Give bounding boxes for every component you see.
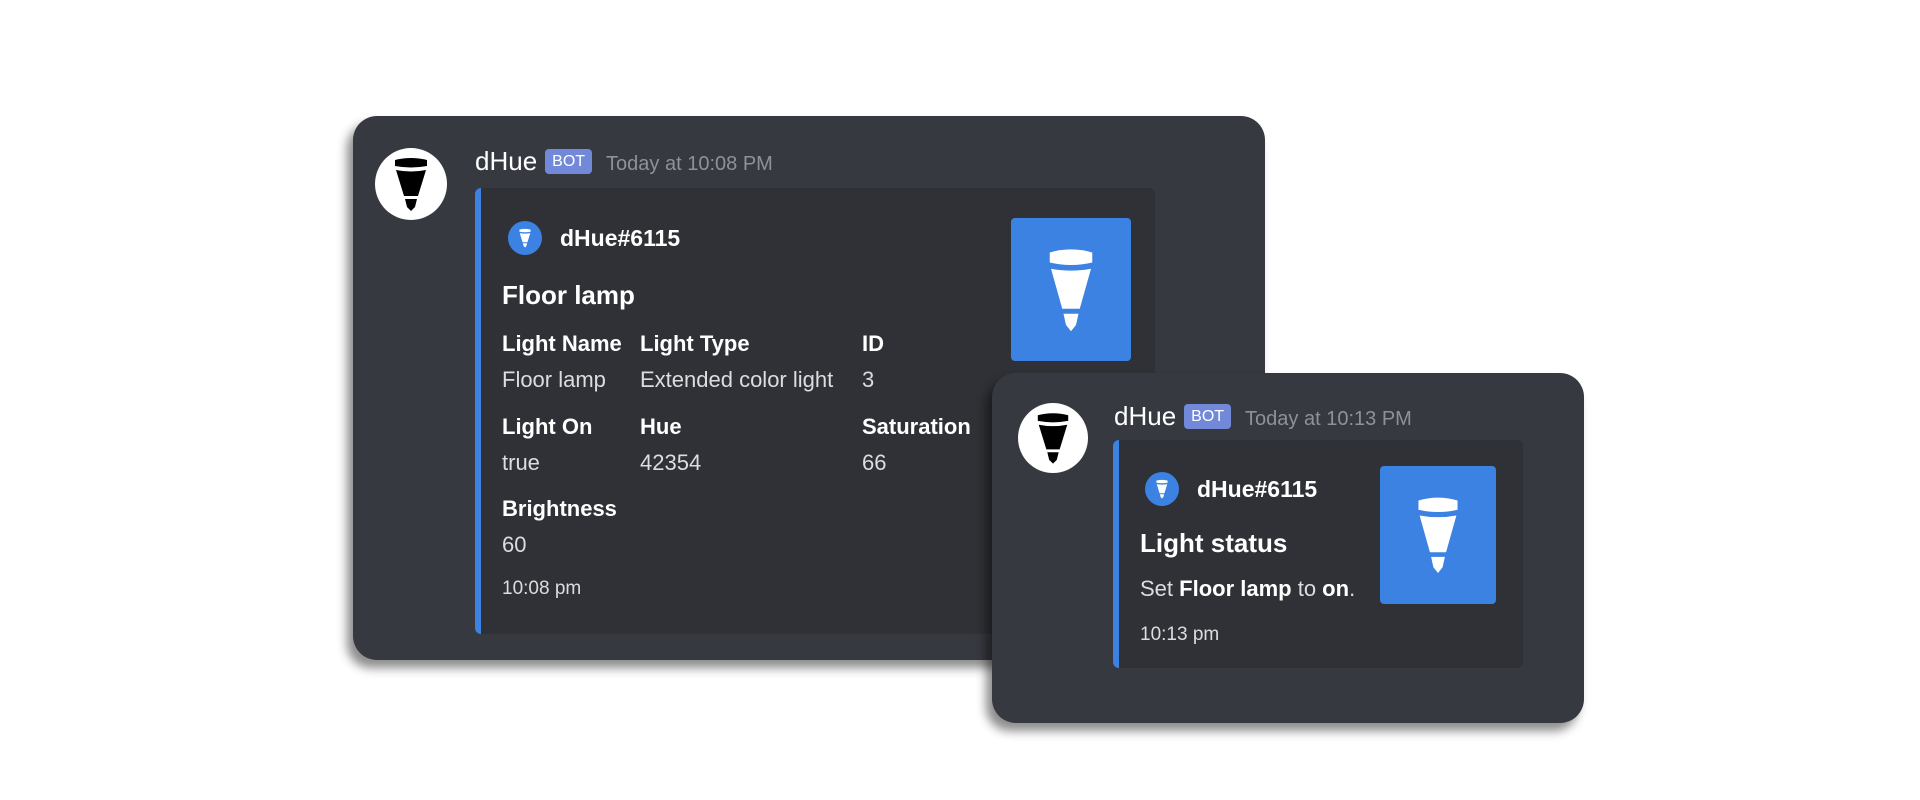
- bulb-icon: [1145, 472, 1179, 506]
- field-name: ID: [862, 331, 884, 356]
- bot-badge: BOT: [1184, 404, 1232, 429]
- field-value: 60: [502, 532, 527, 557]
- description-suffix: .: [1349, 576, 1356, 601]
- field-light-type: Light Type Extended color light: [640, 330, 833, 394]
- field-name: Saturation: [862, 414, 971, 439]
- bulb-icon: [508, 221, 542, 255]
- embed: dHue#6115 Light status Set Floor lamp to…: [1113, 440, 1523, 668]
- bot-avatar[interactable]: [375, 148, 447, 220]
- field-value: Extended color light: [640, 367, 834, 392]
- field-id: ID 3: [862, 330, 884, 394]
- field-saturation: Saturation 66: [862, 413, 971, 477]
- embed-author: dHue#6115: [508, 221, 680, 255]
- field-brightness: Brightness 60: [502, 495, 617, 559]
- embed-footer-time: 10:13 pm: [1140, 624, 1220, 645]
- field-name: Light Type: [640, 331, 750, 356]
- message-timestamp: Today at 10:08 PM: [606, 153, 773, 175]
- message-header: dHue BOT Today at 10:08 PM: [475, 146, 773, 178]
- field-hue: Hue 42354: [640, 413, 701, 477]
- description-middle: to: [1291, 576, 1323, 601]
- embed-author-name: dHue#6115: [560, 224, 681, 251]
- field-name: Brightness: [502, 496, 617, 521]
- embed-author-name: dHue#6115: [1197, 475, 1318, 502]
- embed-thumbnail[interactable]: [1380, 466, 1496, 604]
- field-light-name: Light Name Floor lamp: [502, 330, 622, 394]
- message-timestamp: Today at 10:13 PM: [1245, 408, 1412, 430]
- field-value: Floor lamp: [502, 367, 606, 392]
- field-name: Light Name: [502, 331, 622, 356]
- description-light-name: Floor lamp: [1179, 576, 1292, 601]
- bulb-icon: [395, 158, 427, 211]
- field-name: Hue: [640, 414, 682, 439]
- embed-author: dHue#6115: [1145, 472, 1317, 506]
- embed-title: Light status: [1140, 528, 1288, 558]
- bot-avatar[interactable]: [1018, 403, 1088, 473]
- bulb-icon: [1037, 413, 1069, 464]
- username[interactable]: dHue: [475, 146, 537, 177]
- field-value: true: [502, 450, 540, 475]
- bot-badge: BOT: [545, 149, 593, 174]
- description-state: on: [1322, 576, 1350, 601]
- bulb-icon: [1049, 248, 1093, 331]
- description-prefix: Set: [1140, 576, 1180, 601]
- embed-footer-time: 10:08 pm: [502, 578, 582, 599]
- message-header: dHue BOT Today at 10:13 PM: [1114, 401, 1412, 433]
- username[interactable]: dHue: [1114, 401, 1176, 432]
- field-name: Light On: [502, 414, 593, 439]
- embed-thumbnail[interactable]: [1011, 218, 1131, 361]
- embed-description: Set Floor lamp to on.: [1140, 576, 1355, 602]
- field-value: 66: [862, 450, 887, 475]
- bulb-icon: [1418, 497, 1458, 573]
- embed-title: Floor lamp: [502, 280, 635, 310]
- field-light-on: Light On true: [502, 413, 592, 477]
- message-card-light-status: dHue BOT Today at 10:13 PM dHue#6115 Lig…: [992, 373, 1584, 723]
- field-value: 42354: [640, 450, 702, 475]
- field-value: 3: [862, 367, 875, 392]
